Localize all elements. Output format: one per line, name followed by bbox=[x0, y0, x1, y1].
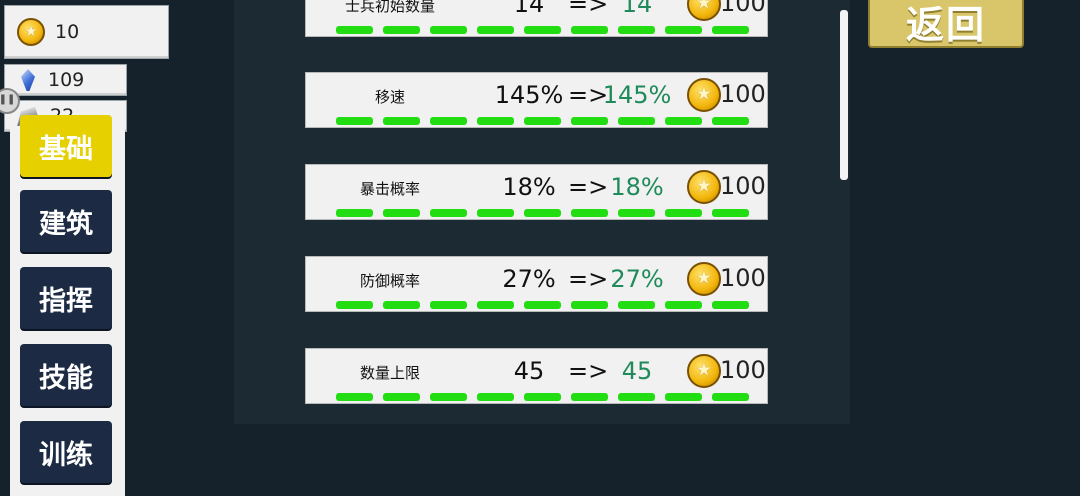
back-button[interactable]: 返回 bbox=[868, 0, 1024, 48]
coin-icon bbox=[687, 0, 721, 21]
nav-tab-label: 训练 bbox=[39, 439, 93, 471]
progress-segment bbox=[571, 209, 608, 217]
next-value: 27% bbox=[610, 265, 664, 293]
next-value: 18% bbox=[610, 173, 664, 201]
next-value: 145% bbox=[602, 81, 672, 109]
nav-tab-label: 技能 bbox=[39, 362, 93, 394]
current-value: 14 bbox=[513, 0, 545, 18]
progress-segment bbox=[665, 117, 702, 125]
current-value: 27% bbox=[502, 265, 556, 293]
progress-segment bbox=[383, 393, 420, 401]
progress-segment bbox=[477, 26, 514, 34]
progress-segment bbox=[336, 117, 373, 125]
progress-segment bbox=[665, 26, 702, 34]
progress-segment bbox=[618, 393, 655, 401]
nav-tab-command[interactable]: 指挥 bbox=[20, 267, 112, 329]
progress-segment bbox=[430, 117, 467, 125]
progress-segment bbox=[618, 209, 655, 217]
progress-segment bbox=[477, 117, 514, 125]
upgrade-cost[interactable]: 100 bbox=[720, 356, 766, 384]
progress-segment bbox=[571, 26, 608, 34]
upgrade-label: 数量上限 bbox=[359, 364, 420, 382]
gem-counter: 109 bbox=[4, 64, 127, 96]
nav-tab-building[interactable]: 建筑 bbox=[20, 190, 112, 252]
progress-segment bbox=[336, 26, 373, 34]
progress-segment bbox=[524, 26, 561, 34]
upgrade-label: 士兵初始数量 bbox=[344, 0, 435, 15]
progress-segment bbox=[618, 117, 655, 125]
progress-segment bbox=[524, 209, 561, 217]
upgrade-row[interactable]: 士兵初始数量14=>14100 bbox=[305, 0, 768, 37]
progress-segment bbox=[430, 393, 467, 401]
upgrade-cost[interactable]: 100 bbox=[720, 0, 766, 17]
current-value: 18% bbox=[502, 173, 556, 201]
level-progress bbox=[336, 393, 756, 401]
progress-segment bbox=[712, 209, 749, 217]
progress-segment bbox=[430, 301, 467, 309]
progress-segment bbox=[571, 117, 608, 125]
nav-tab-basic[interactable]: 基础 bbox=[20, 115, 112, 177]
progress-segment bbox=[712, 301, 749, 309]
level-progress bbox=[336, 301, 756, 309]
progress-segment bbox=[430, 209, 467, 217]
coin-count: 10 bbox=[55, 21, 80, 43]
progress-segment bbox=[430, 26, 467, 34]
upgrade-cost[interactable]: 100 bbox=[720, 80, 766, 108]
coin-icon bbox=[687, 170, 721, 204]
progress-segment bbox=[665, 209, 702, 217]
upgrade-cost[interactable]: 100 bbox=[720, 264, 766, 292]
level-progress bbox=[336, 209, 756, 217]
coin-icon bbox=[17, 18, 45, 46]
upgrade-row[interactable]: 数量上限45=>45100 bbox=[305, 348, 768, 404]
progress-segment bbox=[712, 26, 749, 34]
progress-segment bbox=[383, 209, 420, 217]
next-value: 45 bbox=[621, 357, 653, 385]
progress-segment bbox=[665, 393, 702, 401]
upgrade-label: 移速 bbox=[374, 88, 405, 106]
progress-segment bbox=[383, 117, 420, 125]
gem-count: 109 bbox=[48, 69, 85, 91]
coin-counter: 10 bbox=[4, 5, 169, 59]
progress-segment bbox=[712, 393, 749, 401]
nav-tab-label: 建筑 bbox=[39, 208, 93, 240]
progress-segment bbox=[477, 393, 514, 401]
current-value: 145% bbox=[494, 81, 564, 109]
back-button-label: 返回 bbox=[905, 2, 986, 47]
current-value: 45 bbox=[513, 357, 545, 385]
progress-segment bbox=[665, 301, 702, 309]
progress-segment bbox=[477, 301, 514, 309]
gem-icon bbox=[21, 69, 35, 91]
progress-segment bbox=[383, 26, 420, 34]
scrollbar[interactable] bbox=[840, 10, 848, 180]
progress-segment bbox=[477, 209, 514, 217]
level-progress bbox=[336, 117, 756, 125]
next-value: 14 bbox=[621, 0, 653, 18]
coin-icon bbox=[687, 78, 721, 112]
coin-icon bbox=[687, 262, 721, 296]
upgrade-label: 暴击概率 bbox=[359, 180, 420, 198]
nav-tab-training[interactable]: 训练 bbox=[20, 421, 112, 483]
progress-segment bbox=[712, 117, 749, 125]
upgrade-row[interactable]: 移速145%=>145%100 bbox=[305, 72, 768, 128]
level-progress bbox=[336, 26, 756, 34]
progress-segment bbox=[571, 301, 608, 309]
nav-tab-label: 基础 bbox=[39, 133, 93, 165]
progress-segment bbox=[336, 393, 373, 401]
progress-segment bbox=[336, 209, 373, 217]
upgrade-row[interactable]: 防御概率27%=>27%100 bbox=[305, 256, 768, 312]
progress-segment bbox=[524, 117, 561, 125]
nav-tab-label: 指挥 bbox=[39, 285, 93, 317]
progress-segment bbox=[524, 393, 561, 401]
progress-segment bbox=[383, 301, 420, 309]
upgrade-label: 防御概率 bbox=[359, 272, 420, 290]
upgrade-row[interactable]: 暴击概率18%=>18%100 bbox=[305, 164, 768, 220]
upgrade-cost[interactable]: 100 bbox=[720, 172, 766, 200]
nav-tab-skill[interactable]: 技能 bbox=[20, 344, 112, 406]
progress-segment bbox=[571, 393, 608, 401]
progress-segment bbox=[336, 301, 373, 309]
progress-segment bbox=[618, 26, 655, 34]
progress-segment bbox=[618, 301, 655, 309]
coin-icon bbox=[687, 354, 721, 388]
progress-segment bbox=[524, 301, 561, 309]
